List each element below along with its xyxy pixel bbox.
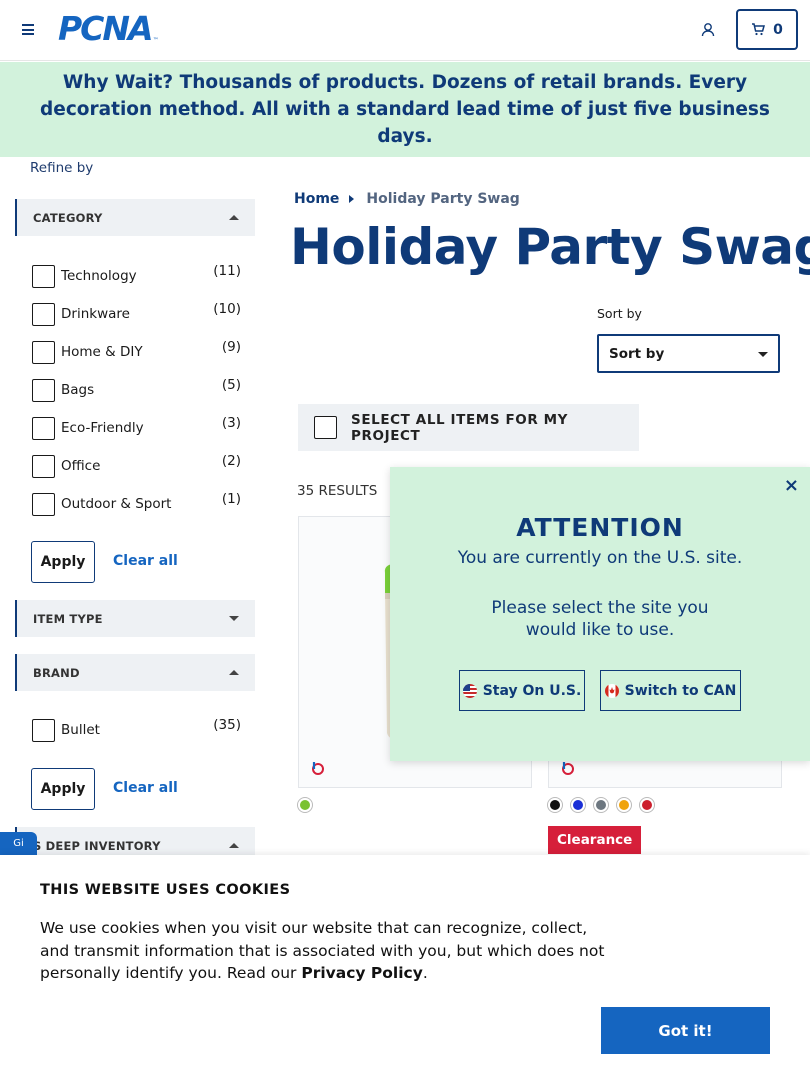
canada-flag-icon [604, 683, 619, 698]
facet-option-label: Eco-Friendly [61, 420, 144, 436]
popup-message: Please select the site you [491, 598, 709, 618]
facet-option-label: Bags [61, 382, 95, 398]
cart-count: 0 [773, 21, 783, 38]
facet-option-office[interactable]: Office (2) [32, 453, 242, 478]
refine-label: Refine by [30, 160, 94, 176]
color-swatch[interactable] [617, 798, 631, 812]
checkbox[interactable] [32, 454, 55, 478]
facet-option-count: (5) [221, 377, 241, 393]
checkbox[interactable] [32, 416, 55, 440]
cookie-text: We use cookies when you visit our websit… [40, 919, 605, 982]
color-swatches [298, 798, 312, 812]
account-icon[interactable] [700, 22, 716, 38]
breadcrumb-home-link[interactable]: Home [294, 191, 339, 207]
brand-apply-button[interactable]: Apply [31, 768, 95, 810]
facet-option-count: (2) [221, 453, 241, 469]
popup-message: You are currently on the U.S. site. [457, 548, 743, 568]
breadcrumb: Home Holiday Party Swag [294, 191, 520, 207]
facet-option-bullet[interactable]: Bullet (35) [32, 717, 242, 742]
color-swatches [548, 798, 654, 812]
facet-option-label: Office [61, 458, 101, 474]
feedback-tab[interactable]: Gi [0, 832, 37, 856]
select-all-items[interactable]: SELECT ALL ITEMS FOR MY PROJECT [298, 404, 639, 451]
checkbox[interactable] [32, 340, 55, 364]
privacy-policy-link[interactable]: Privacy Policy [301, 964, 423, 982]
cookie-title: THIS WEBSITE USES COOKIES [40, 882, 291, 898]
sort-select[interactable]: Sort by [597, 334, 780, 373]
facet-item-type-header[interactable]: ITEM TYPE [15, 600, 255, 637]
facet-option-count: (9) [221, 339, 241, 355]
select-all-checkbox[interactable] [314, 416, 337, 439]
bullet-brand-icon [562, 762, 574, 775]
popup-message: would like to use. [525, 620, 675, 640]
chevron-down-icon [758, 352, 768, 357]
facet-option-drinkware[interactable]: Drinkware (10) [32, 301, 242, 326]
caret-up-icon [229, 843, 239, 848]
facet-option-label: Technology [61, 268, 137, 284]
checkbox[interactable] [32, 302, 55, 326]
checkbox[interactable] [32, 264, 55, 288]
facet-option-label: Outdoor & Sport [61, 496, 172, 512]
color-swatch[interactable] [594, 798, 608, 812]
clearance-badge: Clearance [548, 826, 642, 854]
category-apply-button[interactable]: Apply [31, 541, 95, 583]
accept-cookies-button[interactable]: Got it! [601, 1007, 770, 1054]
facet-option-outdoor-sport[interactable]: Outdoor & Sport (1) [32, 491, 242, 516]
color-swatch[interactable] [640, 798, 654, 812]
popup-title: ATTENTION [516, 513, 684, 542]
facet-option-count: (3) [221, 415, 241, 431]
facet-option-count: (10) [213, 301, 241, 317]
results-count: 35 RESULTS [297, 483, 378, 499]
facet-option-technology[interactable]: Technology (11) [32, 263, 242, 288]
breadcrumb-current: Holiday Party Swag [366, 191, 520, 207]
sort-label: Sort by [597, 306, 642, 321]
color-swatch[interactable] [298, 798, 312, 812]
bullet-brand-icon [312, 762, 324, 775]
caret-down-icon [229, 616, 239, 621]
banner-text: Why Wait? Thousands of products. Dozens … [40, 72, 770, 147]
close-icon[interactable]: × [784, 475, 799, 496]
facet-category-header[interactable]: CATEGORY [15, 199, 255, 236]
facet-option-label: Drinkware [61, 306, 130, 322]
stay-on-us-button[interactable]: Stay On U.S. [459, 670, 585, 711]
facet-option-label: Home & DIY [61, 344, 143, 360]
checkbox[interactable] [32, 492, 55, 516]
caret-up-icon [229, 670, 239, 675]
us-flag-icon [462, 683, 477, 698]
facet-option-home-diy[interactable]: Home & DIY (9) [32, 339, 242, 364]
facet-option-eco-friendly[interactable]: Eco-Friendly (3) [32, 415, 242, 440]
pcna-logo[interactable]: PCNA ™ [58, 12, 159, 46]
facet-option-count: (1) [221, 491, 241, 507]
site-selection-popup: × ATTENTION You are currently on the U.S… [390, 467, 810, 761]
facet-brand-header[interactable]: BRAND [15, 654, 255, 691]
breadcrumb-arrow-icon [349, 195, 355, 203]
checkbox[interactable] [32, 718, 55, 742]
category-clear-all-link[interactable]: Clear all [113, 553, 178, 569]
switch-to-can-button[interactable]: Switch to CAN [600, 670, 741, 711]
color-swatch[interactable] [571, 798, 585, 812]
menu-icon[interactable] [22, 24, 34, 35]
cookie-banner: THIS WEBSITE USES COOKIES We use cookies… [0, 855, 810, 1080]
facet-option-count: (11) [213, 263, 241, 279]
caret-up-icon [229, 215, 239, 220]
cart-icon [752, 23, 766, 36]
checkbox[interactable] [32, 378, 55, 402]
site-header: PCNA ™ 0 [0, 0, 810, 61]
color-swatch[interactable] [548, 798, 562, 812]
brand-clear-all-link[interactable]: Clear all [113, 780, 178, 796]
promo-banner: Why Wait? Thousands of products. Dozens … [0, 62, 810, 157]
page-title: Holiday Party Swag [290, 218, 810, 276]
facet-option-bags[interactable]: Bags (5) [32, 377, 242, 402]
cart-button[interactable]: 0 [736, 9, 798, 50]
